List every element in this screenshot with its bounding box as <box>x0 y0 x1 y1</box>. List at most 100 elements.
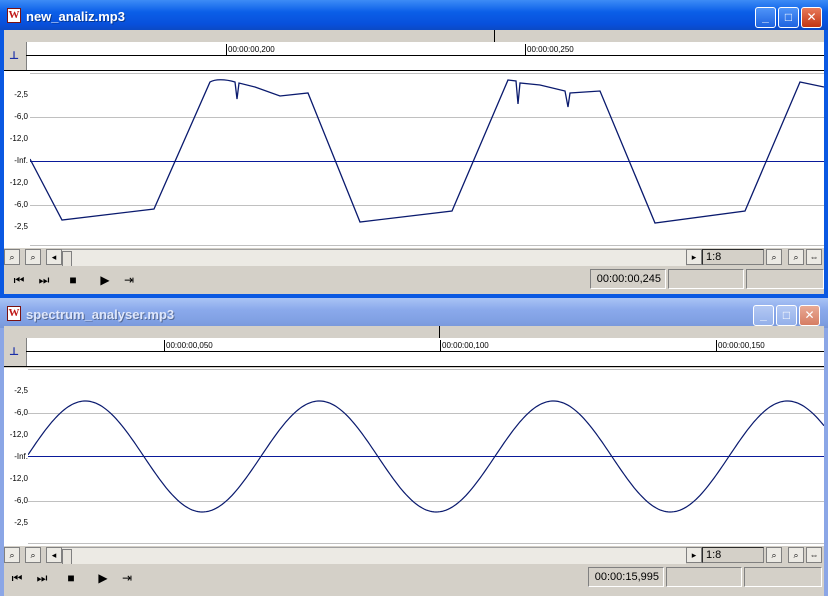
overview-bar[interactable] <box>4 326 824 338</box>
amplitude-label: -12,0 <box>9 178 28 187</box>
zoom-full-icon[interactable]: ⇔ <box>806 547 822 563</box>
position-display: 00:00:00,245 <box>590 269 666 289</box>
stop-icon[interactable]: ■ <box>62 570 80 586</box>
marker-icon[interactable]: ⊥ <box>9 49 19 62</box>
transport-bar: ⏮ ⏭ ■ ▶ ⇥ 00:00:15,995 <box>4 564 824 592</box>
overview-bar[interactable] <box>4 30 824 42</box>
zoom-out-icon[interactable]: ⌕ <box>25 249 41 265</box>
length-display <box>746 269 824 289</box>
scroll-right-icon[interactable]: ▸ <box>686 547 702 563</box>
amplitude-label: -6,0 <box>14 496 28 505</box>
stop-icon[interactable]: ■ <box>64 272 82 288</box>
go-to-start-icon[interactable]: ⏮ <box>10 272 28 288</box>
ruler-label: 00:00:00,100 <box>442 341 489 350</box>
minimize-button[interactable]: _ <box>755 7 776 28</box>
window-client-area: ⊥ 00:00:00,050 00:00:00,100 00:00:00,150… <box>4 326 824 596</box>
amplitude-label: -2,5 <box>14 386 28 395</box>
go-to-end-icon[interactable]: ⏭ <box>35 272 53 288</box>
length-display <box>744 567 822 587</box>
waveform-area[interactable]: -2,5 -6,0 -12,0 -Inf. -12,0 -6,0 -2,5 <box>4 71 824 248</box>
play-icon[interactable]: ▶ <box>94 570 112 586</box>
go-to-start-icon[interactable]: ⏮ <box>8 570 26 586</box>
time-ruler[interactable]: ⊥ 00:00:00,200 00:00:00,250 <box>4 42 824 71</box>
ruler-line <box>26 55 824 56</box>
selection-display <box>668 269 744 289</box>
scroll-zoom-row: ⌕ ⌕ ◂ ▸ 1:8 ⌕ ⌕ ⇔ <box>4 546 824 565</box>
amplitude-label: -2,5 <box>14 90 28 99</box>
amplitude-scale: -2,5 -6,0 -12,0 -Inf. -12,0 -6,0 -2,5 <box>4 368 30 546</box>
amplitude-label: -12,0 <box>9 474 28 483</box>
ruler-label: 00:00:00,250 <box>527 45 574 54</box>
maximize-button[interactable]: □ <box>778 7 799 28</box>
amplitude-label: -12,0 <box>9 134 28 143</box>
zoom-in-icon[interactable]: ⌕ <box>4 249 20 265</box>
marker-icon[interactable]: ⊥ <box>9 345 19 358</box>
window-title: spectrum_analyser.mp3 <box>26 307 175 322</box>
close-button[interactable]: ✕ <box>801 7 822 28</box>
waveform-area[interactable]: -2,5 -6,0 -12,0 -Inf. -12,0 -6,0 -2,5 <box>4 368 824 546</box>
audio-file-icon[interactable]: W <box>7 8 21 23</box>
position-display: 00:00:15,995 <box>588 567 664 587</box>
zoom-out-icon[interactable]: ⌕ <box>25 547 41 563</box>
title-bar[interactable]: W spectrum_analyser.mp3 _ □ ✕ <box>0 298 828 328</box>
ruler-tick <box>164 340 165 352</box>
waveform-svg[interactable] <box>28 368 824 546</box>
waveform-svg[interactable] <box>30 71 824 248</box>
overview-position-marker[interactable] <box>494 30 495 42</box>
overview-position-marker[interactable] <box>439 326 440 338</box>
amplitude-label: -2,5 <box>14 518 28 527</box>
amplitude-label: -Inf. <box>14 156 28 165</box>
amplitude-label: -6,0 <box>14 408 28 417</box>
time-ruler[interactable]: ⊥ 00:00:00,050 00:00:00,100 00:00:00,150 <box>4 338 824 367</box>
amplitude-scale: -2,5 -6,0 -12,0 -Inf. -12,0 -6,0 -2,5 <box>4 71 30 248</box>
waveform-plot[interactable] <box>30 71 824 248</box>
ruler-gutter: ⊥ <box>4 338 27 366</box>
close-button[interactable]: ✕ <box>799 305 820 326</box>
amplitude-label: -2,5 <box>14 222 28 231</box>
scroll-left-icon[interactable]: ◂ <box>46 249 62 265</box>
window-client-area: ⊥ 00:00:00,200 00:00:00,250 -2,5 -6,0 -1… <box>4 30 824 294</box>
transport-bar: ⏮ ⏭ ■ ▶ ⇥ 00:00:00,245 <box>4 266 824 294</box>
horizontal-scroll-track[interactable] <box>62 249 686 267</box>
go-to-end-icon[interactable]: ⏭ <box>33 570 51 586</box>
zoom-ratio-field[interactable]: 1:8 <box>702 547 764 563</box>
amplitude-label: -6,0 <box>14 112 28 121</box>
horizontal-scroll-thumb[interactable] <box>62 251 72 267</box>
zoom-vertical-icon[interactable]: ⌕ <box>788 547 804 563</box>
ruler-tick <box>716 340 717 352</box>
play-icon[interactable]: ▶ <box>96 272 114 288</box>
window-title: new_analiz.mp3 <box>26 9 125 24</box>
zoom-fit-icon[interactable]: ⌕ <box>766 547 782 563</box>
loop-icon[interactable]: ⇥ <box>118 570 136 586</box>
horizontal-scroll-track[interactable] <box>62 547 686 565</box>
ruler-tick <box>525 44 526 56</box>
ruler-label: 00:00:00,050 <box>166 341 213 350</box>
ruler-gutter: ⊥ <box>4 42 27 70</box>
ruler-label: 00:00:00,200 <box>228 45 275 54</box>
maximize-button[interactable]: □ <box>776 305 797 326</box>
title-bar[interactable]: W new_analiz.mp3 _ □ ✕ <box>0 0 828 30</box>
audio-file-icon[interactable]: W <box>7 306 21 321</box>
ruler-line <box>26 351 824 352</box>
zoom-vertical-icon[interactable]: ⌕ <box>788 249 804 265</box>
ruler-label: 00:00:00,150 <box>718 341 765 350</box>
scroll-right-icon[interactable]: ▸ <box>686 249 702 265</box>
amplitude-label: -Inf. <box>14 452 28 461</box>
scroll-left-icon[interactable]: ◂ <box>46 547 62 563</box>
amplitude-label: -12,0 <box>9 430 28 439</box>
selection-display <box>666 567 742 587</box>
waveform-plot[interactable] <box>28 368 824 546</box>
amplitude-label: -6,0 <box>14 200 28 209</box>
minimize-button[interactable]: _ <box>753 305 774 326</box>
zoom-full-icon[interactable]: ⇔ <box>806 249 822 265</box>
ruler-tick <box>226 44 227 56</box>
zoom-fit-icon[interactable]: ⌕ <box>766 249 782 265</box>
waveform-window-new-analiz[interactable]: W new_analiz.mp3 _ □ ✕ ⊥ 00:00:00,200 00… <box>0 0 828 298</box>
scroll-zoom-row: ⌕ ⌕ ◂ ▸ 1:8 ⌕ ⌕ ⇔ <box>4 248 824 267</box>
horizontal-scroll-thumb[interactable] <box>62 549 72 565</box>
waveform-window-spectrum-analyser[interactable]: W spectrum_analyser.mp3 _ □ ✕ ⊥ 00:00:00… <box>0 298 828 596</box>
loop-icon[interactable]: ⇥ <box>120 272 138 288</box>
zoom-ratio-field[interactable]: 1:8 <box>702 249 764 265</box>
ruler-tick <box>440 340 441 352</box>
zoom-in-icon[interactable]: ⌕ <box>4 547 20 563</box>
